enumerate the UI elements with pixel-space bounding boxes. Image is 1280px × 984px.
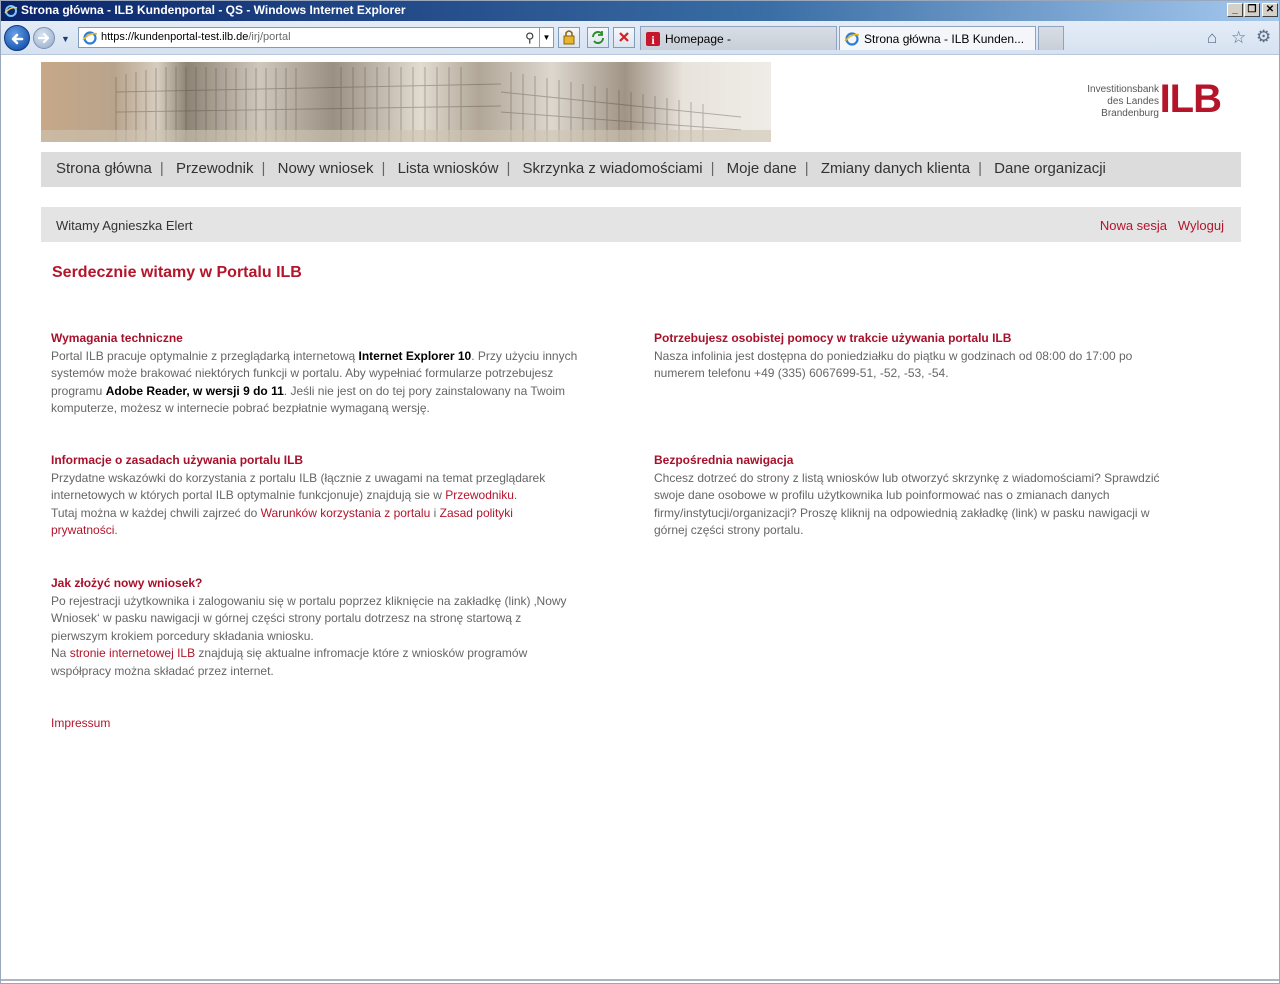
direct-navigation-section: Bezpośrednia nawigacja Chcesz dotrzeć do… xyxy=(654,452,1179,540)
logout-link[interactable]: Wyloguj xyxy=(1178,218,1224,233)
address-bar[interactable]: https://kundenportal-test.ilb.de/irj/por… xyxy=(78,27,554,48)
logo-line2: des Landes xyxy=(1107,96,1159,107)
rules-heading: Informacje o zasadach używania portalu I… xyxy=(51,453,304,467)
tech-requirements-section: Wymagania techniczne Portal ILB pracuje … xyxy=(51,330,586,418)
nav-item-dane-organizacji[interactable]: Dane organizacji xyxy=(994,160,1106,177)
newapp-heading: Jak złożyć nowy wniosek? xyxy=(51,576,203,590)
direct-text: Chcesz dotrzeć do strony z listą wnioskó… xyxy=(654,470,1160,538)
tech-text: Portal ILB pracuje optymalnie z przegląd… xyxy=(51,348,578,416)
browser-toolbar: ▼ https://kundenportal-test.ilb.de/irj/p… xyxy=(1,21,1279,55)
address-url: https://kundenportal-test.ilb.de/irj/por… xyxy=(101,31,291,43)
nav-separator: | xyxy=(710,160,715,177)
back-arrow-icon xyxy=(11,33,24,45)
rules-section: Informacje o zasadach używania portalu I… xyxy=(51,452,566,540)
window-bottom-border xyxy=(1,979,1279,981)
nav-item-strona-glowna[interactable]: Strona główna xyxy=(56,160,152,177)
tab-homepage[interactable]: i Homepage - xyxy=(640,26,837,50)
ie-icon xyxy=(4,5,18,17)
stop-button[interactable] xyxy=(613,27,635,48)
nav-separator: | xyxy=(381,160,386,177)
stop-icon xyxy=(619,32,629,42)
page-ie-icon xyxy=(82,31,98,45)
page-title: Serdecznie witamy w Portalu ILB xyxy=(52,264,302,281)
nav-item-skrzynka[interactable]: Skrzynka z wiadomościami xyxy=(523,160,703,177)
nav-separator: | xyxy=(159,160,164,177)
tab-ie-icon xyxy=(844,32,860,46)
newapp-text: Po rejestracji użytkownika i zalogowaniu… xyxy=(51,593,567,678)
new-application-section: Jak złożyć nowy wniosek? Po rejestracji … xyxy=(51,575,581,680)
logo-mark: ILB xyxy=(1159,77,1222,121)
tech-heading: Wymagania techniczne xyxy=(51,331,183,345)
welcome-greeting: Witamy Agnieszka Elert xyxy=(56,218,193,233)
security-lock-button[interactable] xyxy=(558,27,580,48)
page-content: Investitionsbank des Landes Brandenburg … xyxy=(1,56,1279,981)
forward-arrow-icon xyxy=(37,32,50,44)
nav-separator: | xyxy=(978,160,982,177)
nav-separator: | xyxy=(506,160,511,177)
impressum-link[interactable]: Impressum xyxy=(51,716,110,730)
rules-text: Przydatne wskazówki do korzystania z por… xyxy=(51,470,546,538)
maximize-button[interactable]: ❐ xyxy=(1244,3,1260,17)
back-button[interactable] xyxy=(4,25,30,51)
minimize-button[interactable]: _ xyxy=(1227,3,1243,17)
main-navigation: Strona główna | Przewodnik | Nowy wniosek |… xyxy=(41,152,1241,187)
history-dropdown-icon[interactable]: ▼ xyxy=(61,34,70,44)
refresh-button[interactable] xyxy=(587,27,609,48)
title-bar: Strona główna - ILB Kundenportal - QS - … xyxy=(1,1,1279,21)
nav-item-zmiany-danych[interactable]: Zmiany danych klienta xyxy=(821,160,970,177)
lock-icon xyxy=(563,30,575,45)
direct-heading: Bezpośrednia nawigacja xyxy=(654,453,794,467)
refresh-icon xyxy=(592,31,604,44)
tab-strona-glowna[interactable]: Strona główna - ILB Kunden... xyxy=(839,26,1036,50)
info-icon: i xyxy=(646,32,660,47)
header-banner-image xyxy=(41,62,771,142)
help-text: Nasza infolinia jest dostępna do poniedz… xyxy=(654,348,1133,381)
favorites-star-icon[interactable]: ☆ xyxy=(1231,28,1246,48)
window-title: Strona główna - ILB Kundenportal - QS - … xyxy=(21,3,406,17)
welcome-bar: Witamy Agnieszka Elert Nowa sesja Wylogu… xyxy=(41,207,1241,242)
new-tab-button[interactable] xyxy=(1038,26,1064,50)
ilb-logo[interactable]: Investitionsbank des Landes Brandenburg … xyxy=(1061,77,1231,121)
browser-window: Strona główna - ILB Kundenportal - QS - … xyxy=(0,0,1280,984)
new-session-link[interactable]: Nowa sesja xyxy=(1100,218,1167,233)
close-window-button[interactable]: ✕ xyxy=(1262,3,1278,17)
nav-item-nowy-wniosek[interactable]: Nowy wniosek xyxy=(278,160,374,177)
forward-button[interactable] xyxy=(33,27,55,49)
tools-gear-icon[interactable]: ⚙ xyxy=(1256,27,1271,47)
help-section: Potrzebujesz osobistej pomocy w trakcie … xyxy=(654,330,1164,383)
nav-separator: | xyxy=(804,160,809,177)
nav-item-przewodnik[interactable]: Przewodnik xyxy=(176,160,254,177)
nav-separator: | xyxy=(261,160,266,177)
ilb-website-link[interactable]: stronie internetowej ILB xyxy=(70,646,195,660)
address-dropdown-icon[interactable]: ▼ xyxy=(539,28,553,47)
terms-of-use-link[interactable]: Warunków korzystania z portalu xyxy=(261,506,431,520)
nav-item-lista-wnioskow[interactable]: Lista wniosków xyxy=(398,160,499,177)
home-icon[interactable]: ⌂ xyxy=(1207,28,1217,48)
logo-line1: Investitionsbank xyxy=(1087,84,1159,95)
nav-item-moje-dane[interactable]: Moje dane xyxy=(727,160,797,177)
building-illustration xyxy=(41,67,771,142)
przewodnik-link[interactable]: Przewodniku xyxy=(445,488,514,502)
logo-line3: Brandenburg xyxy=(1101,108,1159,119)
search-icon[interactable]: ⚲ xyxy=(525,30,535,46)
help-heading: Potrzebujesz osobistej pomocy w trakcie … xyxy=(654,331,1012,345)
